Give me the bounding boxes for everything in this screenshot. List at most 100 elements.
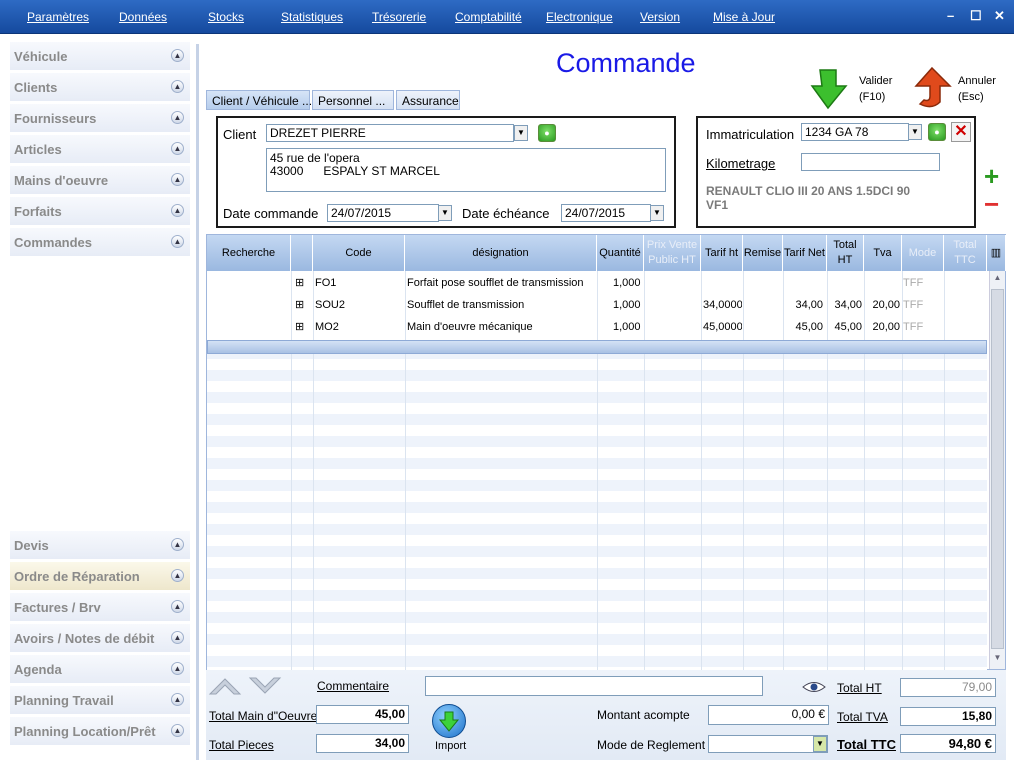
sidebar-item-avoirs[interactable]: Avoirs / Notes de débit ▲ bbox=[10, 624, 190, 653]
sidebar-item-factures[interactable]: Factures / Brv ▲ bbox=[10, 593, 190, 622]
expand-icon[interactable]: ⊞ bbox=[295, 298, 304, 311]
chevron-down-icon[interactable]: ▼ bbox=[908, 124, 922, 140]
col-tarif-ht[interactable]: Tarif ht bbox=[701, 235, 743, 271]
tab-client-vehicule[interactable]: Client / Véhicule ... bbox=[206, 90, 312, 110]
menu-comptabilite[interactable]: Comptabilité bbox=[455, 10, 522, 24]
sidebar-item-clients[interactable]: Clients ▲ bbox=[10, 73, 190, 102]
move-down-icon[interactable] bbox=[248, 676, 282, 696]
chevron-up-icon[interactable]: ▲ bbox=[171, 724, 184, 737]
add-line-icon[interactable]: + bbox=[984, 163, 999, 189]
chevron-up-icon[interactable]: ▲ bbox=[171, 569, 184, 582]
chevron-up-icon[interactable]: ▲ bbox=[171, 631, 184, 644]
cancel-arrow-icon[interactable] bbox=[910, 66, 954, 110]
km-field[interactable] bbox=[801, 153, 940, 171]
menu-version[interactable]: Version bbox=[640, 10, 680, 24]
menu-donnees[interactable]: Données bbox=[119, 10, 167, 24]
sidebar-item-label: Fournisseurs bbox=[14, 111, 97, 126]
table-row[interactable]: ⊞ SOU2 Soufflet de transmission 1,000 34… bbox=[207, 295, 987, 317]
chevron-up-icon[interactable]: ▲ bbox=[171, 173, 184, 186]
chevron-up-icon[interactable]: ▲ bbox=[171, 235, 184, 248]
maximize-button[interactable]: ☐ bbox=[970, 8, 982, 24]
immat-select[interactable]: 1234 GA 78 bbox=[801, 123, 909, 141]
menu-parametres[interactable]: Paramètres bbox=[27, 10, 89, 24]
col-remise[interactable]: Remise bbox=[743, 235, 783, 271]
menu-stocks[interactable]: Stocks bbox=[208, 10, 244, 24]
sidebar-item-vehicule[interactable]: Véhicule ▲ bbox=[10, 42, 190, 71]
date-commande-field[interactable]: 24/07/2015 bbox=[327, 204, 439, 222]
total-tva-label: Total TVA bbox=[837, 710, 888, 724]
date-echeance-field[interactable]: 24/07/2015 bbox=[561, 204, 651, 222]
table-row[interactable]: ⊞ MO2 Main d'oeuvre mécanique 1,000 45,0… bbox=[207, 317, 987, 339]
sidebar-item-forfaits[interactable]: Forfaits ▲ bbox=[10, 197, 190, 226]
chevron-up-icon[interactable]: ▲ bbox=[171, 662, 184, 675]
menu-bar: Paramètres Données Stocks Statistiques T… bbox=[0, 0, 1014, 34]
tab-personnel[interactable]: Personnel ... bbox=[312, 90, 394, 110]
chevron-up-icon[interactable]: ▲ bbox=[171, 204, 184, 217]
vertical-scrollbar[interactable]: ▲ ▼ bbox=[989, 271, 1005, 669]
chevron-up-icon[interactable]: ▲ bbox=[171, 693, 184, 706]
commentaire-field[interactable] bbox=[425, 676, 763, 696]
chevron-down-icon[interactable]: ▼ bbox=[514, 125, 528, 141]
menu-tresorerie[interactable]: Trésorerie bbox=[372, 10, 426, 24]
col-tva[interactable]: Tva bbox=[864, 235, 902, 271]
col-total-ht[interactable]: Total HT bbox=[827, 235, 864, 271]
chevron-down-icon[interactable]: ▼ bbox=[650, 205, 664, 221]
close-button[interactable]: ✕ bbox=[994, 8, 1005, 24]
col-mode[interactable]: Mode bbox=[902, 235, 944, 271]
sidebar-item-articles[interactable]: Articles ▲ bbox=[10, 135, 190, 164]
tab-assurance[interactable]: Assurance bbox=[396, 90, 460, 110]
vehicle-add-icon[interactable]: ● bbox=[928, 123, 946, 141]
cancel-label[interactable]: Annuler bbox=[958, 75, 996, 87]
client-select[interactable]: DREZET PIERRE bbox=[266, 124, 514, 142]
import-label[interactable]: Import bbox=[435, 740, 466, 752]
chevron-up-icon[interactable]: ▲ bbox=[171, 80, 184, 93]
col-code[interactable]: Code bbox=[313, 235, 405, 271]
reglement-select[interactable] bbox=[708, 735, 828, 753]
scroll-down-icon[interactable]: ▼ bbox=[991, 653, 1004, 667]
import-icon[interactable] bbox=[432, 704, 466, 738]
menu-electronique[interactable]: Electronique bbox=[546, 10, 613, 24]
col-quantite[interactable]: Quantité bbox=[597, 235, 644, 271]
minimize-button[interactable]: – bbox=[947, 8, 954, 23]
remove-line-icon[interactable]: − bbox=[984, 191, 999, 217]
chevron-up-icon[interactable]: ▲ bbox=[171, 142, 184, 155]
expand-icon[interactable]: ⊞ bbox=[295, 320, 304, 333]
validate-label[interactable]: Valider bbox=[859, 75, 892, 87]
column-chooser-icon[interactable]: ▥ bbox=[987, 235, 1006, 271]
chevron-down-icon[interactable]: ▼ bbox=[813, 736, 827, 752]
chevron-up-icon[interactable]: ▲ bbox=[171, 538, 184, 551]
chevron-up-icon[interactable]: ▲ bbox=[171, 600, 184, 613]
chevron-down-icon[interactable]: ▼ bbox=[438, 205, 452, 221]
table-row[interactable]: ⊞ FO1 Forfait pose soufflet de transmiss… bbox=[207, 273, 987, 295]
scrollbar-thumb[interactable] bbox=[991, 289, 1004, 649]
cell-designation: Forfait pose soufflet de transmission bbox=[407, 277, 584, 289]
chevron-up-icon[interactable]: ▲ bbox=[171, 49, 184, 62]
col-prix-vente[interactable]: Prix Vente Public HT bbox=[644, 235, 701, 271]
sidebar-item-mains-oeuvre[interactable]: Mains d'oeuvre ▲ bbox=[10, 166, 190, 195]
vehicle-delete-icon[interactable]: ✕ bbox=[951, 122, 971, 142]
eye-icon[interactable] bbox=[802, 680, 826, 694]
chevron-up-icon[interactable]: ▲ bbox=[171, 111, 184, 124]
sidebar-item-agenda[interactable]: Agenda ▲ bbox=[10, 655, 190, 684]
new-row-bar[interactable] bbox=[207, 340, 987, 354]
sidebar-item-commandes[interactable]: Commandes ▲ bbox=[10, 228, 190, 257]
scroll-up-icon[interactable]: ▲ bbox=[991, 273, 1004, 287]
col-designation[interactable]: désignation bbox=[405, 235, 597, 271]
col-recherche[interactable]: Recherche bbox=[207, 235, 291, 271]
acompte-field[interactable]: 0,00 € bbox=[708, 705, 829, 725]
sidebar-item-ordre-reparation[interactable]: Ordre de Réparation ▲ bbox=[10, 562, 190, 591]
col-total-ttc[interactable]: Total TTC bbox=[944, 235, 987, 271]
sidebar-item-planning-location[interactable]: Planning Location/Prêt ▲ bbox=[10, 717, 190, 746]
client-add-icon[interactable]: ● bbox=[538, 124, 556, 142]
sidebar-item-devis[interactable]: Devis ▲ bbox=[10, 531, 190, 560]
sidebar-item-fournisseurs[interactable]: Fournisseurs ▲ bbox=[10, 104, 190, 133]
sidebar-item-planning-travail[interactable]: Planning Travail ▲ bbox=[10, 686, 190, 715]
menu-statistiques[interactable]: Statistiques bbox=[281, 10, 343, 24]
validate-arrow-icon[interactable] bbox=[810, 66, 854, 110]
menu-mise-a-jour[interactable]: Mise à Jour bbox=[713, 10, 775, 24]
move-up-icon[interactable] bbox=[208, 676, 242, 696]
expand-icon[interactable]: ⊞ bbox=[295, 276, 304, 289]
sidebar-splitter[interactable] bbox=[196, 44, 199, 760]
col-tarif-net[interactable]: Tarif Net bbox=[783, 235, 827, 271]
col-expand[interactable] bbox=[291, 235, 313, 271]
